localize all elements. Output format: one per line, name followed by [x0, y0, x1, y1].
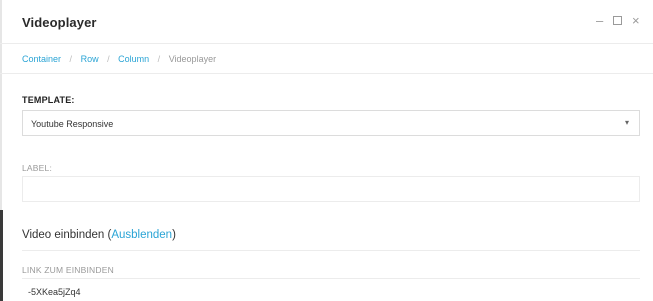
close-icon[interactable]: ×: [632, 13, 640, 29]
label-input[interactable]: [22, 176, 640, 202]
breadcrumb-column[interactable]: Column: [118, 54, 149, 64]
template-select[interactable]: Youtube Responsive ▾: [22, 110, 640, 136]
embed-link-value: -5XKea5jZq4: [28, 287, 81, 297]
minimize-icon[interactable]: –: [596, 13, 603, 29]
breadcrumb: Container / Row / Column / Videoplayer: [22, 54, 216, 64]
embed-link-input[interactable]: -5XKea5jZq4: [22, 278, 640, 301]
embed-section-title-end: ): [172, 229, 176, 241]
breadcrumb-separator: /: [69, 54, 73, 64]
embed-section-title-text: Video einbinden (: [22, 229, 112, 241]
chevron-down-icon[interactable]: ▾: [625, 118, 629, 127]
embed-section-title: Video einbinden (Ausblenden): [22, 229, 176, 241]
divider: [22, 250, 640, 251]
divider: [0, 73, 653, 74]
template-select-value: Youtube Responsive: [31, 119, 114, 129]
left-edge-dark: [0, 210, 3, 301]
breadcrumb-row[interactable]: Row: [81, 54, 99, 64]
embed-link-label: LINK ZUM EINBINDEN: [22, 265, 114, 275]
label-field-label: LABEL:: [22, 163, 53, 173]
breadcrumb-separator: /: [107, 54, 110, 64]
template-label: TEMPLATE:: [22, 95, 75, 105]
window-titlebar: Videoplayer – ×: [0, 0, 653, 44]
breadcrumb-container[interactable]: Container: [22, 54, 61, 64]
breadcrumb-separator: /: [157, 54, 161, 64]
breadcrumb-current: Videoplayer: [168, 54, 217, 64]
maximize-icon[interactable]: [613, 13, 622, 29]
window-title: Videoplayer: [22, 15, 97, 30]
hide-toggle-link[interactable]: Ausblenden: [111, 229, 172, 241]
